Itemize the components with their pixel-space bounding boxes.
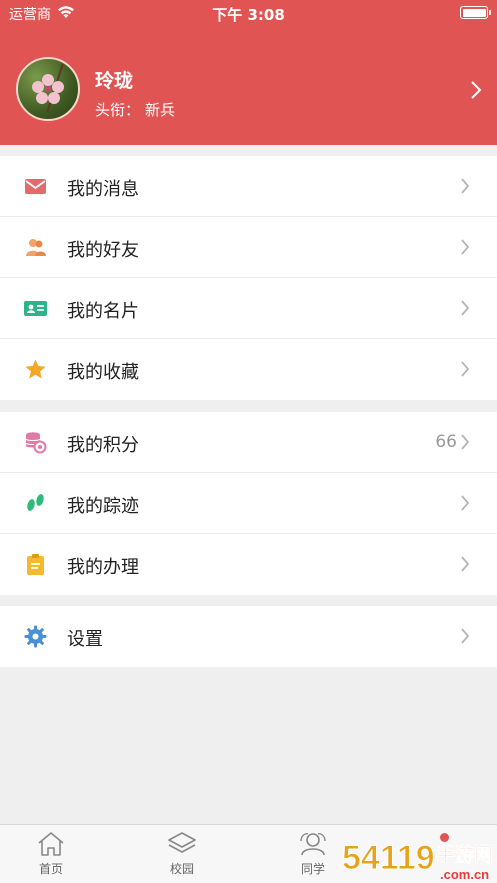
tab-label: 首页 (38, 862, 63, 876)
friends-icon (26, 239, 46, 256)
chevron-right-icon (461, 300, 470, 316)
gear-icon (24, 625, 47, 648)
menu-item-points[interactable]: 我的积分 66 (0, 412, 497, 473)
watermark-logo: 54119 手游网 .com.cn (342, 839, 494, 883)
menu-item-label: 我的踪迹 (67, 496, 139, 517)
tab-home[interactable]: 首页 (21, 831, 81, 881)
menu-item-label: 我的收藏 (67, 362, 139, 383)
card-icon (24, 301, 47, 316)
chevron-right-icon (461, 361, 470, 377)
menu-item-label: 我的名片 (67, 301, 139, 322)
chevron-right-icon (471, 81, 482, 99)
profile-header: 运营商 下午 3:08 玲珑 头衔： 新兵 (0, 0, 497, 145)
menu-item-label: 设置 (67, 629, 103, 650)
menu-item-affairs[interactable]: 我的办理 (0, 534, 497, 595)
chevron-right-icon (461, 239, 470, 255)
menu-group-1: 我的消息 我的好友 我的名片 我的收藏 (0, 156, 497, 400)
footprint-icon (27, 494, 44, 511)
clock: 下午 3:08 (212, 6, 285, 24)
avatar[interactable] (16, 57, 80, 121)
points-value: 66 (435, 432, 457, 452)
menu-item-label: 我的积分 (67, 435, 139, 456)
menu-group-2: 我的积分 66 我的踪迹 我的办理 (0, 412, 497, 595)
menu-item-favorites[interactable]: 我的收藏 (0, 339, 497, 400)
chevron-right-icon (461, 556, 470, 572)
menu-item-settings[interactable]: 设置 (0, 606, 497, 667)
chevron-right-icon (461, 434, 470, 450)
user-title-value: 新兵 (145, 101, 176, 119)
tab-label: 同学 (300, 862, 325, 876)
svg-text:.com.cn: .com.cn (440, 867, 489, 882)
home-icon (38, 832, 64, 856)
svg-text:手游网: 手游网 (436, 843, 493, 866)
menu-item-footprints[interactable]: 我的踪迹 (0, 473, 497, 534)
star-icon (25, 359, 46, 379)
envelope-icon (25, 179, 46, 194)
menu-item-friends[interactable]: 我的好友 (0, 217, 497, 278)
profile-row[interactable]: 玲珑 头衔： 新兵 (0, 52, 497, 128)
menu-item-business-card[interactable]: 我的名片 (0, 278, 497, 339)
menu-item-label: 我的办理 (67, 557, 139, 578)
classmates-icon (300, 833, 326, 856)
menu-group-3: 设置 (0, 606, 497, 667)
status-bar: 运营商 下午 3:08 (0, 0, 497, 26)
menu-item-messages[interactable]: 我的消息 (0, 156, 497, 217)
chevron-right-icon (461, 178, 470, 194)
svg-text:54119: 54119 (342, 839, 435, 877)
menu-item-label: 我的消息 (67, 179, 139, 200)
chevron-right-icon (461, 495, 470, 511)
clipboard-icon (27, 554, 44, 575)
chevron-right-icon (461, 628, 470, 644)
battery-icon (460, 6, 491, 19)
layers-icon (168, 832, 196, 853)
user-name: 玲珑 (95, 70, 134, 92)
tab-campus[interactable]: 校园 (152, 831, 212, 881)
tab-label: 校园 (169, 862, 194, 876)
user-title-label: 头衔： (95, 101, 141, 119)
tab-classmates[interactable]: 同学 (283, 831, 343, 881)
points-icon (25, 432, 47, 454)
menu-item-label: 我的好友 (67, 240, 139, 261)
